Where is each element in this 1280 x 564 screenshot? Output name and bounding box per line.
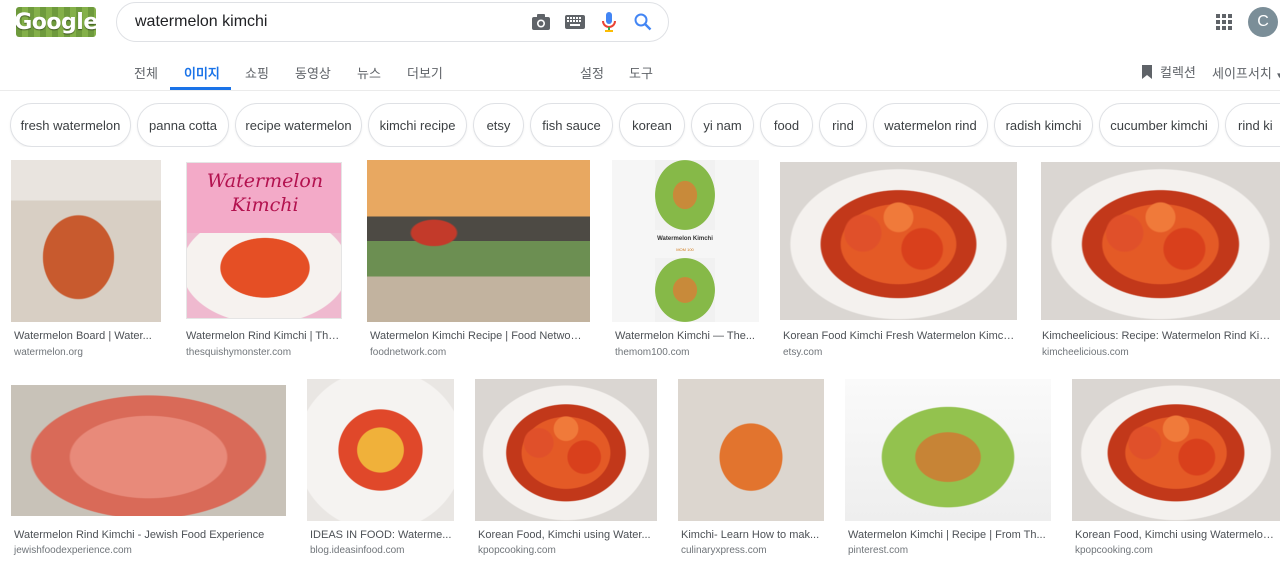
result-image[interactable]: [1072, 379, 1280, 521]
logo-text: Google: [16, 9, 96, 35]
mini-thumb-top: [655, 160, 715, 230]
result-image[interactable]: Watermelon Kimchi MOM 100: [612, 160, 759, 322]
active-tab-indicator: [170, 87, 231, 90]
mini-thumb-bottom: [655, 258, 715, 322]
tab-shopping[interactable]: 쇼핑: [245, 63, 269, 82]
result-caption[interactable]: Watermelon Kimchi — The...: [615, 330, 757, 342]
result-source: kpopcooking.com: [1075, 545, 1153, 556]
search-tabs: 전체 이미지 쇼핑 동영상 뉴스 더보기 설정 도구 컬렉션 세이프서치 ▼: [0, 50, 1280, 91]
result-caption[interactable]: Watermelon Rind Kimchi | The...: [186, 330, 343, 342]
mini-thumb-subtitle: MOM 100: [676, 247, 694, 252]
microphone-icon[interactable]: [592, 5, 626, 39]
result-caption[interactable]: Kimcheelicious: Recipe: Watermelon Rind …: [1042, 330, 1274, 342]
result-source: themom100.com: [615, 347, 690, 358]
result-caption[interactable]: Korean Food, Kimchi using Watermelon...: [1075, 529, 1275, 541]
search-icon[interactable]: [626, 5, 660, 39]
search-input[interactable]: watermelon kimchi: [135, 13, 524, 31]
safesearch-label: 세이프서치: [1212, 66, 1272, 81]
safesearch-button[interactable]: 세이프서치 ▼: [1212, 63, 1280, 82]
result-image[interactable]: [1041, 162, 1280, 320]
keyboard-icon[interactable]: [558, 5, 592, 39]
chip[interactable]: etsy: [473, 103, 524, 147]
result-caption[interactable]: Kimchi- Learn How to mak...: [681, 529, 821, 541]
result-image[interactable]: [780, 162, 1017, 320]
chip[interactable]: kimchi recipe: [368, 103, 467, 147]
tab-news[interactable]: 뉴스: [357, 63, 381, 82]
chip[interactable]: food: [760, 103, 813, 147]
tab-tools[interactable]: 도구: [629, 63, 653, 82]
collections-button[interactable]: 컬렉션: [1141, 62, 1196, 81]
chip[interactable]: fresh watermelon: [10, 103, 131, 147]
google-logo[interactable]: Google: [16, 7, 96, 37]
result-source: kimcheelicious.com: [1042, 347, 1129, 358]
result-caption[interactable]: Watermelon Kimchi | Recipe | From Th...: [848, 529, 1048, 541]
result-caption[interactable]: Watermelon Rind Kimchi - Jewish Food Exp…: [14, 529, 284, 541]
result-image[interactable]: [367, 160, 590, 322]
chip[interactable]: cucumber kimchi: [1099, 103, 1219, 147]
result-source: kpopcooking.com: [478, 545, 556, 556]
camera-icon[interactable]: [524, 5, 558, 39]
result-image[interactable]: [11, 385, 286, 516]
result-source: pinterest.com: [848, 545, 909, 556]
result-source: etsy.com: [783, 347, 823, 358]
result-source: foodnetwork.com: [370, 347, 447, 358]
result-image[interactable]: [678, 379, 824, 521]
chip[interactable]: panna cotta: [137, 103, 229, 147]
result-image[interactable]: [845, 379, 1051, 521]
chip[interactable]: fish sauce: [530, 103, 613, 147]
tab-all[interactable]: 전체: [134, 63, 158, 82]
tab-videos[interactable]: 동영상: [295, 63, 331, 82]
chip[interactable]: rind ki: [1225, 103, 1280, 147]
result-caption[interactable]: Korean Food, Kimchi using Water...: [478, 529, 652, 541]
tab-images[interactable]: 이미지: [184, 63, 220, 82]
result-image[interactable]: Watermelon Kimchi: [186, 162, 342, 319]
chip[interactable]: korean: [619, 103, 685, 147]
result-image[interactable]: [475, 379, 657, 521]
result-source: thesquishymonster.com: [186, 347, 292, 358]
chip[interactable]: watermelon rind: [873, 103, 988, 147]
result-source: watermelon.org: [14, 347, 83, 358]
account-avatar[interactable]: C: [1248, 7, 1278, 37]
result-image[interactable]: [307, 379, 454, 521]
tab-more[interactable]: 더보기: [407, 63, 443, 82]
result-caption[interactable]: Watermelon Board | Water...: [14, 330, 162, 342]
result-source: culinaryxpress.com: [681, 545, 767, 556]
related-chips: fresh watermelon panna cotta recipe wate…: [0, 103, 1280, 147]
result-caption[interactable]: IDEAS IN FOOD: Waterme...: [310, 529, 453, 541]
tab-settings[interactable]: 설정: [580, 63, 604, 82]
result-caption[interactable]: Watermelon Kimchi Recipe | Food Network.…: [370, 330, 584, 342]
apps-grid-icon[interactable]: [1214, 12, 1234, 32]
thumbnail-title-text: Watermelon Kimchi: [206, 170, 324, 216]
chip[interactable]: radish kimchi: [994, 103, 1093, 147]
chip[interactable]: recipe watermelon: [235, 103, 362, 147]
bookmark-icon: [1142, 64, 1152, 79]
chip[interactable]: rind: [819, 103, 867, 147]
chip[interactable]: yi nam: [691, 103, 754, 147]
result-image[interactable]: [11, 160, 161, 322]
result-caption[interactable]: Korean Food Kimchi Fresh Watermelon Kimc…: [783, 330, 1015, 342]
result-source: jewishfoodexperience.com: [14, 545, 132, 556]
mini-thumb-title: Watermelon Kimchi: [657, 236, 713, 242]
search-box[interactable]: watermelon kimchi: [116, 2, 669, 42]
collections-label: 컬렉션: [1160, 65, 1196, 80]
caret-down-icon: ▼: [1275, 71, 1280, 80]
result-source: blog.ideasinfood.com: [310, 545, 405, 556]
kimchi-bowl: [187, 233, 341, 318]
avatar-letter: C: [1257, 13, 1269, 30]
